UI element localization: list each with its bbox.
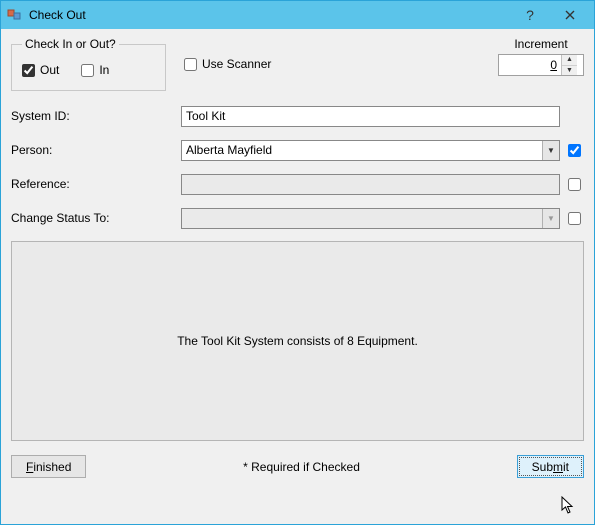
person-combo[interactable]: Alberta Mayfield ▼	[181, 140, 560, 161]
status-label: Change Status To:	[11, 211, 181, 225]
window-title: Check Out	[29, 8, 510, 22]
cursor-icon	[561, 496, 575, 514]
status-combo-button: ▼	[542, 209, 559, 228]
reference-required-checkbox[interactable]	[568, 178, 581, 191]
in-checkbox-input[interactable]	[81, 64, 94, 77]
finished-button[interactable]: Finished	[11, 455, 86, 478]
person-row: Person: Alberta Mayfield ▼	[11, 139, 584, 161]
system-id-row: System ID:	[11, 105, 584, 127]
submit-button[interactable]: Submit	[517, 455, 584, 478]
status-required-checkbox[interactable]	[568, 212, 581, 225]
help-button[interactable]: ?	[510, 3, 550, 27]
use-scanner-input[interactable]	[184, 58, 197, 71]
app-icon	[7, 7, 23, 23]
person-combo-button[interactable]: ▼	[542, 141, 559, 160]
status-row: Change Status To: ▼	[11, 207, 584, 229]
bottom-row: Finished * Required if Checked Submit	[11, 455, 584, 478]
titlebar: Check Out ?	[1, 1, 594, 29]
info-panel-message: The Tool Kit System consists of 8 Equipm…	[177, 334, 418, 348]
check-in-out-legend: Check In or Out?	[22, 37, 119, 51]
increment-label: Increment	[498, 37, 584, 51]
increment-group: Increment ▲ ▼	[498, 37, 584, 76]
status-combo: ▼	[181, 208, 560, 229]
top-row: Check In or Out? Out In Use Scanner	[11, 37, 584, 91]
info-panel: The Tool Kit System consists of 8 Equipm…	[11, 241, 584, 441]
increment-up-button[interactable]: ▲	[562, 55, 577, 66]
person-required-checkbox[interactable]	[568, 144, 581, 157]
use-scanner-label: Use Scanner	[202, 57, 271, 71]
out-checkbox[interactable]: Out	[22, 63, 59, 77]
person-combo-text: Alberta Mayfield	[186, 143, 542, 157]
in-checkbox-label: In	[99, 63, 109, 77]
system-id-label: System ID:	[11, 109, 181, 123]
in-checkbox[interactable]: In	[81, 63, 109, 77]
reference-row: Reference:	[11, 173, 584, 195]
required-note: * Required if Checked	[86, 460, 516, 474]
reference-input[interactable]	[181, 174, 560, 195]
system-id-input[interactable]	[181, 106, 560, 127]
client-area: Check In or Out? Out In Use Scanner	[1, 29, 594, 524]
use-scanner-checkbox[interactable]: Use Scanner	[184, 57, 271, 71]
person-label: Person:	[11, 143, 181, 157]
form-rows: System ID: Person: Alberta Mayfield ▼	[11, 105, 584, 229]
reference-label: Reference:	[11, 177, 181, 191]
increment-spinner[interactable]: ▲ ▼	[498, 54, 584, 76]
out-checkbox-input[interactable]	[22, 64, 35, 77]
check-in-out-group: Check In or Out? Out In	[11, 37, 166, 91]
window-frame: Check Out ? Check In or Out? Out In	[0, 0, 595, 525]
close-button[interactable]	[550, 3, 590, 27]
increment-down-button[interactable]: ▼	[562, 66, 577, 76]
increment-input[interactable]	[499, 55, 561, 75]
out-checkbox-label: Out	[40, 63, 59, 77]
